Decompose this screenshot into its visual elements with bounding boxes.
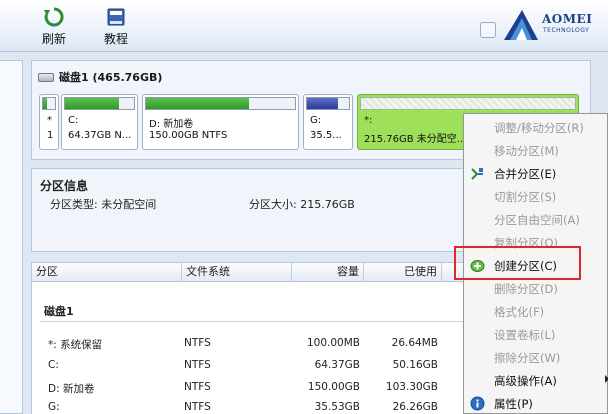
partition-name: D: 新加卷 bbox=[149, 119, 194, 130]
cell-capacity: 100.00MB bbox=[306, 337, 360, 349]
partition-size: 1 bbox=[47, 130, 54, 141]
partition-size: 35.5... bbox=[310, 130, 342, 141]
usage-bar bbox=[360, 97, 576, 110]
partition-size: 64.37GB N... bbox=[68, 130, 132, 141]
usage-bar bbox=[64, 97, 135, 110]
disk-group-label: 磁盘1 bbox=[44, 305, 74, 318]
menu-item-label: 分区自由空间(A) bbox=[494, 213, 580, 227]
cell-filesystem: NTFS bbox=[184, 381, 211, 393]
partition-size: 150.00GB NTFS bbox=[149, 130, 228, 141]
refresh-icon bbox=[44, 7, 64, 27]
partition-size: 215.76GB 未分配空... bbox=[364, 134, 467, 145]
properties-icon bbox=[470, 396, 485, 411]
cell-used: 50.16GB bbox=[392, 359, 438, 371]
refresh-label: 刷新 bbox=[41, 32, 66, 46]
menu-item-label: 调整/移动分区(R) bbox=[494, 121, 584, 135]
menu-item-label: 格式化(F) bbox=[494, 305, 545, 319]
left-panel bbox=[0, 60, 23, 414]
menu-item-wipe-partition[interactable]: 擦除分区(W) bbox=[464, 346, 607, 369]
logo-mark-icon bbox=[504, 10, 538, 40]
menu-item-advanced[interactable]: 高级操作(A) bbox=[464, 369, 608, 392]
cell-capacity: 64.37GB bbox=[314, 359, 360, 371]
partition-block-reserved[interactable]: * 1 bbox=[39, 94, 59, 150]
partition-size-text: 分区大小: 215.76GB bbox=[249, 198, 355, 211]
logo-sub: TECHNOLOGY bbox=[543, 27, 590, 34]
menu-item-label: 移动分区(M) bbox=[494, 144, 559, 158]
menu-item-merge-partition[interactable]: 合并分区(E) bbox=[464, 162, 607, 185]
refresh-button[interactable]: 刷新 bbox=[34, 6, 74, 47]
window-option-box[interactable] bbox=[480, 22, 496, 38]
menu-item-label: 设置卷标(L) bbox=[494, 328, 556, 342]
usage-fill bbox=[146, 98, 249, 109]
book-icon bbox=[107, 8, 125, 26]
usage-fill bbox=[65, 98, 119, 109]
usage-bar bbox=[42, 97, 56, 110]
partition-block-c[interactable]: C: 64.37GB N... bbox=[61, 94, 138, 150]
partition-name: G: bbox=[310, 115, 322, 126]
menu-item-label: 合并分区(E) bbox=[494, 167, 557, 181]
partition-name: * bbox=[47, 115, 52, 126]
usage-fill bbox=[43, 98, 47, 109]
aomei-logo: AOMEI TECHNOLOGY bbox=[502, 8, 602, 42]
highlight-box bbox=[454, 246, 581, 280]
cell-capacity: 150.00GB bbox=[307, 381, 360, 393]
tutorial-label: 教程 bbox=[103, 32, 128, 46]
menu-item-allocate-free-space[interactable]: 分区自由空间(A) bbox=[464, 208, 607, 231]
cell-used: 26.26GB bbox=[392, 401, 438, 413]
cell-used: 26.64MB bbox=[391, 337, 438, 349]
menu-item-label: 删除分区(D) bbox=[494, 282, 558, 296]
column-header-used[interactable]: 已使用 bbox=[364, 263, 442, 282]
cell-filesystem: NTFS bbox=[184, 359, 211, 371]
usage-bar bbox=[145, 97, 296, 110]
partition-name: *: bbox=[364, 115, 373, 126]
column-header-capacity[interactable]: 容量 bbox=[292, 263, 364, 282]
hard-disk-icon bbox=[38, 73, 54, 82]
partition-name: C: bbox=[68, 115, 79, 126]
cell-partition: *: 系统保留 bbox=[48, 339, 103, 351]
partition-block-g[interactable]: G: 35.5... bbox=[303, 94, 353, 150]
cell-filesystem: NTFS bbox=[184, 401, 211, 413]
group-divider bbox=[40, 321, 470, 322]
menu-item-label: 擦除分区(W) bbox=[494, 351, 561, 365]
menu-item-properties[interactable]: 属性(P) bbox=[464, 392, 607, 414]
cell-partition: D: 新加卷 bbox=[48, 383, 95, 395]
disk-header[interactable]: 磁盘1 (465.76GB) bbox=[38, 69, 162, 85]
menu-item-move-partition[interactable]: 移动分区(M) bbox=[464, 139, 607, 162]
partition-info-title: 分区信息 bbox=[40, 179, 89, 193]
usage-bar bbox=[306, 97, 350, 110]
column-header-filesystem[interactable]: 文件系统 bbox=[182, 263, 292, 282]
merge-icon bbox=[471, 168, 483, 180]
menu-item-label: 高级操作(A) bbox=[494, 374, 557, 388]
partition-block-d[interactable]: D: 新加卷 150.00GB NTFS bbox=[142, 94, 299, 150]
disk-title: 磁盘1 (465.76GB) bbox=[59, 71, 163, 84]
menu-item-format[interactable]: 格式化(F) bbox=[464, 300, 607, 323]
toolbar: 刷新 教程 AOMEI TECHNOLOGY bbox=[0, 0, 608, 52]
cell-partition: C: bbox=[48, 359, 59, 371]
menu-item-split-partition[interactable]: 切割分区(S) bbox=[464, 185, 607, 208]
cell-filesystem: NTFS bbox=[184, 337, 211, 349]
menu-item-set-label[interactable]: 设置卷标(L) bbox=[464, 323, 607, 346]
menu-item-delete-partition[interactable]: 删除分区(D) bbox=[464, 277, 607, 300]
cell-used: 103.30GB bbox=[385, 381, 438, 393]
cell-partition: G: bbox=[48, 401, 60, 413]
menu-item-label: 属性(P) bbox=[494, 397, 533, 411]
menu-item-resize-partition[interactable]: 调整/移动分区(R) bbox=[464, 116, 607, 139]
usage-fill bbox=[307, 98, 339, 109]
logo-word: AOMEI bbox=[542, 12, 593, 26]
cell-capacity: 35.53GB bbox=[314, 401, 360, 413]
tutorial-button[interactable]: 教程 bbox=[96, 6, 136, 47]
column-header-partition[interactable]: 分区 bbox=[32, 263, 182, 282]
partition-type-text: 分区类型: 未分配空间 bbox=[50, 198, 157, 211]
menu-item-label: 切割分区(S) bbox=[494, 190, 557, 204]
